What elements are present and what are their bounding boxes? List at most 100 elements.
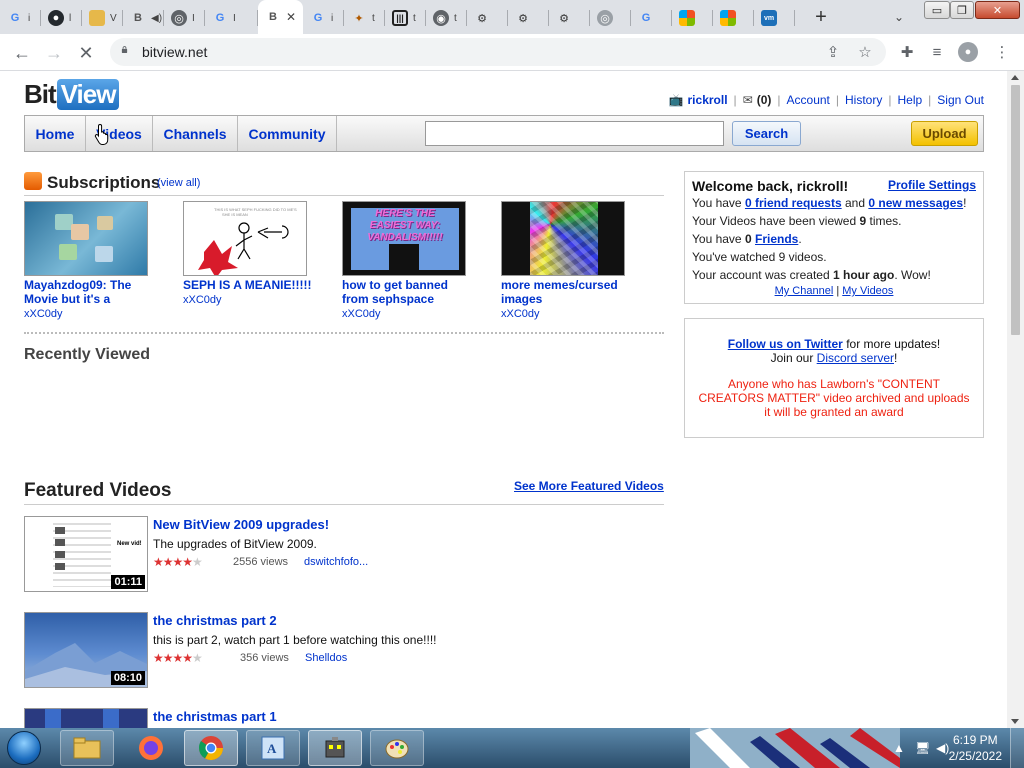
featured-video-row[interactable]: 08:10 the christmas part 2 this is part … <box>24 612 664 692</box>
taskbar-wordpad[interactable]: A <box>246 730 300 766</box>
video-thumbnail[interactable] <box>24 708 148 728</box>
show-desktop-button[interactable] <box>1010 728 1024 768</box>
browser-tab-active[interactable]: B ✕ <box>258 0 303 34</box>
show-hidden-icons-arrow-icon[interactable]: ▲ <box>893 728 905 768</box>
taskbar-file-explorer[interactable] <box>60 730 114 766</box>
featured-video-row[interactable]: New vid! 01:11 New BitView 2009 upgrades… <box>24 516 664 596</box>
search-input[interactable] <box>425 121 724 146</box>
browser-tab[interactable]: ⚙ <box>549 6 590 30</box>
media-queue-icon[interactable]: ≡ <box>926 41 948 63</box>
scroll-down-arrow-icon[interactable] <box>1011 719 1019 724</box>
bookmark-star-icon[interactable]: ☆ <box>854 41 876 63</box>
video-thumbnail[interactable]: 08:10 <box>24 612 148 688</box>
friends-link[interactable]: Friends <box>755 232 798 246</box>
browser-tab[interactable]: ⚙ <box>467 6 508 30</box>
my-videos-link[interactable]: My Videos <box>842 285 893 297</box>
browser-tab[interactable] <box>672 6 713 30</box>
stop-loading-button[interactable]: ✕ <box>74 41 98 65</box>
profile-settings-link[interactable]: Profile Settings <box>888 178 976 192</box>
video-thumbnail[interactable]: THIS IS WHAT SEPH FUCKING DID TO ME'S SH… <box>183 201 307 276</box>
browser-tab[interactable]: G <box>631 6 672 30</box>
scroll-up-arrow-icon[interactable] <box>1011 75 1019 80</box>
browser-tab[interactable]: Gi <box>0 6 41 30</box>
uploader-link[interactable]: xXC0dy <box>183 294 323 306</box>
uploader-link[interactable]: xXC0dy <box>501 308 641 320</box>
video-title-link[interactable]: the christmas part 1 <box>153 709 277 724</box>
menu-kebab-icon[interactable]: ⋮ <box>991 41 1013 63</box>
close-tab-icon[interactable]: ✕ <box>286 10 296 24</box>
video-title-link[interactable]: New BitView 2009 upgrades! <box>153 517 329 532</box>
discord-link[interactable]: Discord server <box>817 351 894 365</box>
subscription-video[interactable]: THIS IS WHAT SEPH FUCKING DID TO ME'S SH… <box>183 201 323 306</box>
taskbar-app[interactable] <box>308 730 362 766</box>
page-scrollbar[interactable] <box>1007 71 1024 728</box>
nav-community[interactable]: Community <box>238 116 337 151</box>
sign-out-link[interactable]: Sign Out <box>937 93 984 107</box>
twitter-link[interactable]: Follow us on Twitter <box>728 337 843 351</box>
browser-tab[interactable] <box>713 6 754 30</box>
profile-avatar-icon[interactable]: ● <box>958 42 978 62</box>
taskbar-chrome[interactable] <box>184 730 238 766</box>
username-link[interactable]: rickroll <box>688 93 728 107</box>
taskbar-firefox[interactable] <box>124 730 178 766</box>
help-link[interactable]: Help <box>897 93 922 107</box>
browser-tab[interactable]: ◎ <box>590 6 631 30</box>
browser-tab[interactable]: GI <box>205 6 258 30</box>
taskbar-paint[interactable] <box>370 730 424 766</box>
back-button[interactable]: ← <box>10 41 34 65</box>
video-title-link[interactable]: SEPH IS A MEANIE!!!!! <box>183 278 313 292</box>
subscription-video[interactable]: Mayahzdog09: The Movie but it's a xXC0dy <box>24 201 164 320</box>
video-title-link[interactable]: the christmas part 2 <box>153 613 277 628</box>
browser-tab[interactable]: V <box>82 6 123 30</box>
browser-tab[interactable]: ◉ t <box>426 6 467 30</box>
close-window-button[interactable]: ✕ <box>975 1 1020 19</box>
uploader-link[interactable]: xXC0dy <box>342 308 482 320</box>
search-button[interactable]: Search <box>732 121 801 146</box>
video-thumbnail[interactable]: HERE'S THE EASIEST WAY: VANDALISM!!!!! <box>342 201 466 276</box>
nav-home[interactable]: Home <box>25 116 86 151</box>
friend-requests-link[interactable]: 0 friend requests <box>745 196 842 210</box>
network-icon[interactable]: 🖥 <box>915 728 930 768</box>
minimize-button[interactable]: ▭ <box>924 1 950 19</box>
address-bar[interactable]: bitview.net ⇪ ☆ <box>110 38 886 66</box>
video-thumbnail[interactable] <box>501 201 625 276</box>
uploader-link[interactable]: dswitchfofo... <box>304 556 368 568</box>
video-thumbnail[interactable]: New vid! 01:11 <box>24 516 148 592</box>
maximize-button[interactable]: ❐ <box>950 1 974 19</box>
my-channel-link[interactable]: My Channel <box>775 285 834 297</box>
browser-tab[interactable]: ◎ I <box>164 6 205 30</box>
nav-channels[interactable]: Channels <box>153 116 238 151</box>
tab-search-chevron-icon[interactable]: ⌄ <box>888 6 910 28</box>
system-clock[interactable]: 6:19 PM 2/25/2022 <box>949 732 1002 764</box>
upload-button[interactable]: Upload <box>911 121 978 146</box>
browser-tab[interactable]: ⚙ <box>508 6 549 30</box>
new-tab-button[interactable]: + <box>808 5 834 29</box>
new-messages-link[interactable]: 0 new messages <box>868 196 963 210</box>
start-button[interactable] <box>4 729 44 767</box>
uploader-link[interactable]: Shelldos <box>305 652 347 664</box>
subscription-video[interactable]: more memes/cursed images xXC0dy <box>501 201 641 320</box>
browser-tab[interactable]: ✦ t <box>344 6 385 30</box>
video-title-link[interactable]: Mayahzdog09: The Movie but it's a <box>24 278 154 306</box>
scrollbar-thumb[interactable] <box>1011 85 1020 335</box>
see-more-featured-link[interactable]: See More Featured Videos <box>514 479 664 493</box>
browser-tab[interactable]: B ◀) <box>123 6 164 30</box>
forward-button[interactable]: → <box>42 41 66 65</box>
uploader-link[interactable]: xXC0dy <box>24 308 164 320</box>
video-title-link[interactable]: more memes/cursed images <box>501 278 631 306</box>
extensions-icon[interactable]: ✚ <box>896 41 918 63</box>
share-icon[interactable]: ⇪ <box>822 41 844 63</box>
video-thumbnail[interactable] <box>24 201 148 276</box>
view-all-subscriptions-link[interactable]: (view all) <box>157 177 200 189</box>
account-link[interactable]: Account <box>787 93 830 107</box>
subscription-video[interactable]: HERE'S THE EASIEST WAY: VANDALISM!!!!! h… <box>342 201 482 320</box>
browser-tab[interactable]: vm <box>754 6 795 30</box>
browser-tab[interactable]: ||| t <box>385 6 426 30</box>
video-title-link[interactable]: how to get banned from sephspace <box>342 278 472 306</box>
browser-tab[interactable]: Gi <box>303 6 344 30</box>
browser-tab[interactable]: ● l <box>41 6 82 30</box>
bitview-logo[interactable]: Bit View <box>24 77 120 111</box>
featured-video-row[interactable]: the christmas part 1 <box>24 708 664 728</box>
history-link[interactable]: History <box>845 93 882 107</box>
volume-icon[interactable]: ◀) <box>936 728 949 768</box>
